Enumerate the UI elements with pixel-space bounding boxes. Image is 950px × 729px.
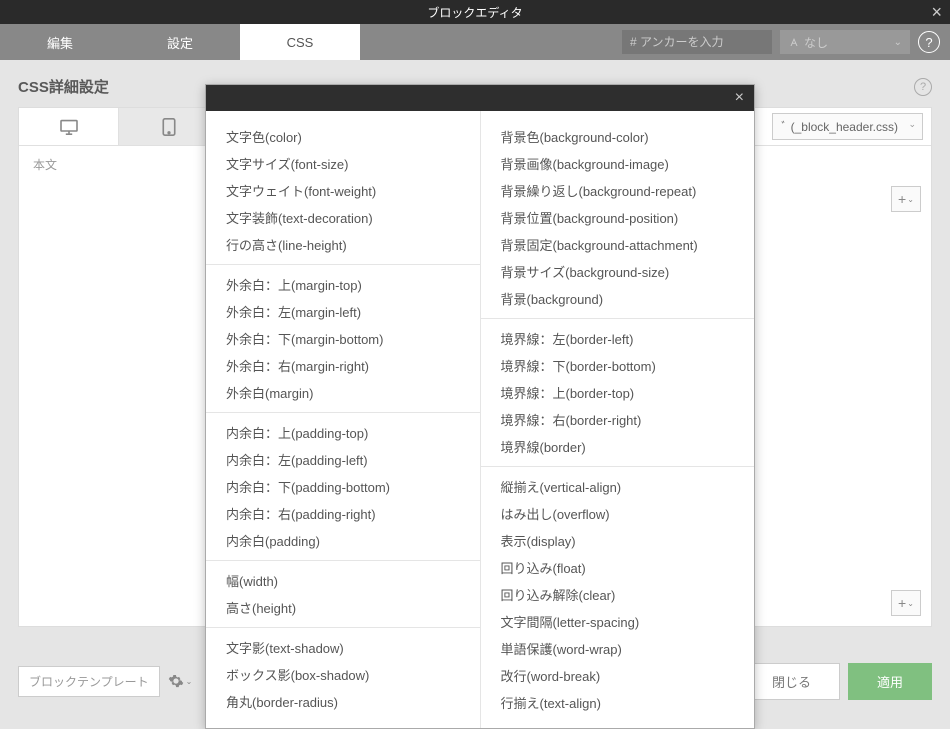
property-item[interactable]: 文字ウェイト(font-weight): [206, 177, 480, 204]
property-item[interactable]: 文字サイズ(font-size): [206, 150, 480, 177]
property-item[interactable]: 内余白：左(padding-left): [206, 446, 480, 473]
modal-close-icon[interactable]: ×: [735, 89, 744, 107]
gear-icon: [168, 673, 184, 689]
block-template-button[interactable]: ブロックテンプレート: [18, 666, 160, 697]
property-item[interactable]: 文字色(color): [206, 123, 480, 150]
chevron-down-icon: ⌄: [907, 599, 914, 608]
page-title: CSS詳細設定: [18, 76, 109, 97]
add-property-button-bottom[interactable]: +⌄: [891, 590, 921, 616]
chevron-down-icon: ⌄: [907, 195, 914, 204]
main-toolbar: 編集 設定 CSS なし ⌄ ?: [0, 24, 950, 60]
property-item[interactable]: 外余白(margin): [206, 379, 480, 406]
anchor-input[interactable]: [622, 30, 772, 54]
property-column-right: 背景色(background-color)背景画像(background-ima…: [481, 111, 755, 728]
property-group: 文字影(text-shadow)ボックス影(box-shadow)角丸(bord…: [206, 628, 480, 721]
chevron-down-icon: ⌄: [186, 677, 193, 686]
property-item[interactable]: 背景固定(background-attachment): [481, 231, 755, 258]
font-icon: [788, 36, 800, 48]
modal-body: 文字色(color)文字サイズ(font-size)文字ウェイト(font-we…: [206, 111, 754, 728]
style-select[interactable]: なし ⌄: [780, 30, 910, 54]
property-item[interactable]: 背景画像(background-image): [481, 150, 755, 177]
property-group: 幅(width)高さ(height): [206, 561, 480, 628]
device-tablet-tab[interactable]: [119, 108, 219, 145]
modal-header: ×: [206, 85, 754, 111]
property-item[interactable]: 文字間隔(letter-spacing): [481, 608, 755, 635]
property-item[interactable]: 表示(display): [481, 527, 755, 554]
property-item[interactable]: 幅(width): [206, 567, 480, 594]
property-group: 内余白：上(padding-top)内余白：左(padding-left)内余白…: [206, 413, 480, 561]
property-item[interactable]: 角丸(border-radius): [206, 688, 480, 715]
window-titlebar: ブロックエディタ ×: [0, 0, 950, 24]
device-desktop-tab[interactable]: [19, 108, 119, 145]
settings-gear-button[interactable]: ⌄: [168, 673, 193, 689]
tab-settings[interactable]: 設定: [120, 24, 240, 60]
property-group: 外余白：上(margin-top)外余白：左(margin-left)外余白：下…: [206, 265, 480, 413]
property-item[interactable]: 縦揃え(vertical-align): [481, 473, 755, 500]
desktop-icon: [59, 119, 79, 135]
window-title: ブロックエディタ: [427, 4, 522, 21]
property-item[interactable]: 文字影(text-shadow): [206, 634, 480, 661]
property-item[interactable]: 外余白：左(margin-left): [206, 298, 480, 325]
chevron-down-icon: ⌄: [908, 119, 916, 130]
window-close-icon[interactable]: ×: [931, 2, 942, 23]
property-item[interactable]: 高さ(height): [206, 594, 480, 621]
property-item[interactable]: ボックス影(box-shadow): [206, 661, 480, 688]
add-property-button-top[interactable]: +⌄: [891, 186, 921, 212]
property-item[interactable]: 行揃え(text-align): [481, 689, 755, 716]
property-item[interactable]: 境界線：右(border-right): [481, 406, 755, 433]
apply-button[interactable]: 適用: [848, 663, 932, 700]
chevron-down-icon: ⌄: [894, 37, 902, 48]
tablet-icon: [162, 118, 176, 136]
property-item[interactable]: 背景色(background-color): [481, 123, 755, 150]
tab-css[interactable]: CSS: [240, 24, 360, 60]
import-css-select[interactable]: ﾞ (_block_header.css) ⌄: [772, 113, 923, 140]
property-item[interactable]: 境界線：左(border-left): [481, 325, 755, 352]
property-item[interactable]: 背景サイズ(background-size): [481, 258, 755, 285]
property-item[interactable]: 回り込み解除(clear): [481, 581, 755, 608]
property-item[interactable]: 回り込み(float): [481, 554, 755, 581]
tab-edit[interactable]: 編集: [0, 24, 120, 60]
property-item[interactable]: 境界線：下(border-bottom): [481, 352, 755, 379]
help-icon[interactable]: ?: [918, 31, 940, 53]
property-group: 文字色(color)文字サイズ(font-size)文字ウェイト(font-we…: [206, 117, 480, 265]
property-item[interactable]: 内余白：上(padding-top): [206, 419, 480, 446]
property-item[interactable]: 外余白：上(margin-top): [206, 271, 480, 298]
property-item[interactable]: 外余白：右(margin-right): [206, 352, 480, 379]
property-item[interactable]: 外余白：下(margin-bottom): [206, 325, 480, 352]
property-item[interactable]: 内余白：右(padding-right): [206, 500, 480, 527]
property-item[interactable]: 単語保護(word-wrap): [481, 635, 755, 662]
property-item[interactable]: 内余白(padding): [206, 527, 480, 554]
property-item[interactable]: 境界線：上(border-top): [481, 379, 755, 406]
close-button[interactable]: 閉じる: [743, 663, 840, 700]
property-item[interactable]: 行の高さ(line-height): [206, 231, 480, 258]
property-item[interactable]: 内余白：下(padding-bottom): [206, 473, 480, 500]
help-icon-small[interactable]: ?: [914, 78, 932, 96]
property-item[interactable]: 背景繰り返し(background-repeat): [481, 177, 755, 204]
property-column-left: 文字色(color)文字サイズ(font-size)文字ウェイト(font-we…: [206, 111, 481, 728]
property-group: 境界線：左(border-left)境界線：下(border-bottom)境界…: [481, 319, 755, 467]
property-group: 背景色(background-color)背景画像(background-ima…: [481, 117, 755, 319]
property-group: 縦揃え(vertical-align)はみ出し(overflow)表示(disp…: [481, 467, 755, 722]
property-item[interactable]: 境界線(border): [481, 433, 755, 460]
css-property-picker-modal: × 文字色(color)文字サイズ(font-size)文字ウェイト(font-…: [205, 84, 755, 729]
body-label: 本文: [33, 156, 57, 173]
property-item[interactable]: 文字装飾(text-decoration): [206, 204, 480, 231]
property-item[interactable]: はみ出し(overflow): [481, 500, 755, 527]
property-item[interactable]: 背景(background): [481, 285, 755, 312]
property-item[interactable]: 背景位置(background-position): [481, 204, 755, 231]
property-item[interactable]: 改行(word-break): [481, 662, 755, 689]
